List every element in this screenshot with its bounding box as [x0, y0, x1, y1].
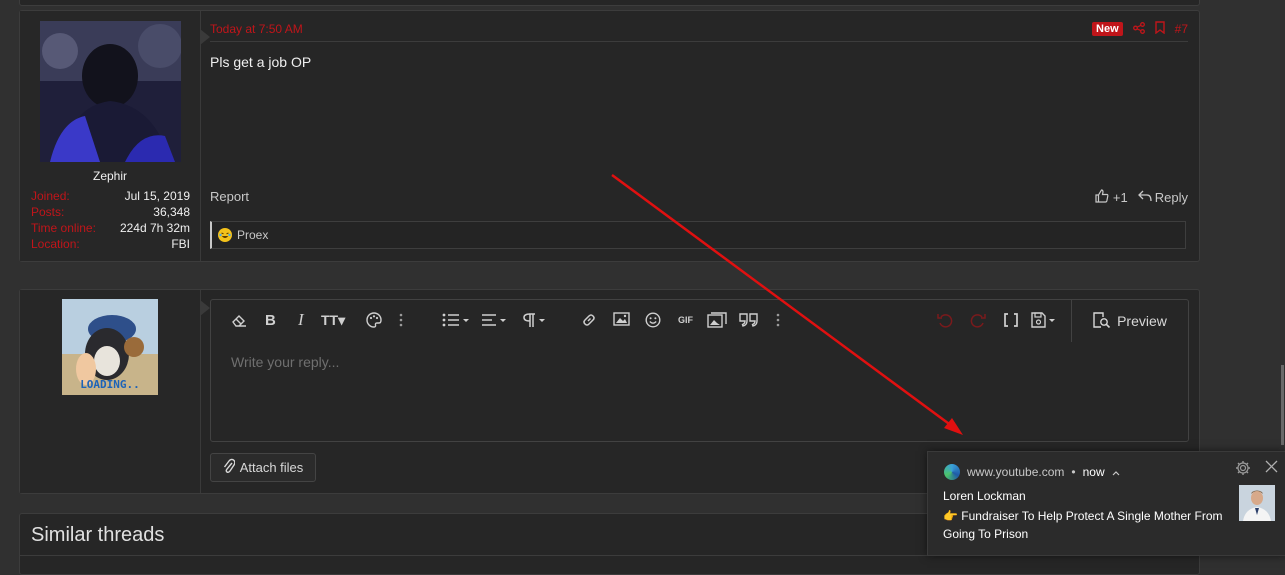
edge-browser-icon	[944, 464, 960, 480]
undo-icon[interactable]	[937, 312, 953, 328]
reply-column-notch	[200, 300, 210, 316]
avatar-caption: LOADING..	[80, 378, 140, 391]
text-size-icon[interactable]: TT▾	[321, 312, 345, 329]
close-icon[interactable]	[1265, 460, 1278, 478]
post-user-column: Zephir Joined: Jul 15, 2019 Posts: 36,348 …	[20, 11, 201, 261]
username[interactable]: Zephir	[20, 169, 200, 183]
stat-joined: Joined: Jul 15, 2019	[31, 188, 190, 204]
preview-label: Preview	[1117, 313, 1167, 329]
save-draft-icon[interactable]	[1031, 312, 1059, 328]
notification-source: www.youtube.com • now	[944, 464, 1120, 480]
reply-user-column: LOADING..	[20, 290, 201, 493]
reply-arrow-icon	[1137, 190, 1152, 205]
attach-files-button[interactable]: Attach files	[210, 453, 316, 482]
stat-key: Posts:	[31, 205, 65, 219]
notification-thumbnail	[1239, 485, 1275, 521]
stat-key: Time online:	[31, 221, 96, 235]
smiley-icon[interactable]	[645, 312, 661, 328]
chevron-up-icon[interactable]	[1112, 465, 1120, 479]
post-message: Zephir Joined: Jul 15, 2019 Posts: 36,348 …	[19, 10, 1200, 262]
new-badge: New	[1092, 22, 1123, 36]
redo-icon[interactable]	[970, 312, 986, 328]
reply-button[interactable]: Reply	[1137, 190, 1188, 205]
italic-icon[interactable]: I	[298, 310, 304, 330]
like-count: +1	[1112, 190, 1128, 205]
post-footer-actions: +1 Reply	[1095, 189, 1188, 206]
reply-input[interactable]: Write your reply...	[231, 354, 339, 370]
reactions-bar[interactable]: Proex	[210, 221, 1186, 249]
previous-post-remnant	[19, 0, 1200, 6]
reaction-user-link[interactable]: Proex	[237, 228, 268, 242]
gif-icon[interactable]: GIF	[678, 315, 693, 325]
media-icon[interactable]	[707, 312, 727, 328]
reply-label: Reply	[1154, 190, 1188, 205]
reply-editor: B I TT▾ GIF Preview Write your reply...	[210, 299, 1189, 442]
stat-location: Location: FBI	[31, 236, 190, 252]
post-number-link[interactable]: #7	[1175, 22, 1188, 36]
bookmark-icon[interactable]	[1154, 21, 1165, 37]
stat-key: Joined:	[31, 189, 70, 203]
laughing-emoji-icon	[218, 228, 232, 242]
editor-toolbar: B I TT▾ GIF Preview	[211, 300, 1188, 342]
notification-domain: www.youtube.com	[967, 465, 1065, 479]
thumbs-up-icon	[1095, 189, 1109, 206]
user-column-notch	[200, 29, 210, 45]
align-icon[interactable]	[481, 312, 509, 328]
bold-icon[interactable]: B	[265, 312, 276, 329]
stat-value: FBI	[171, 237, 190, 251]
current-user-avatar[interactable]: LOADING..	[62, 299, 158, 395]
preview-button[interactable]: Preview	[1071, 300, 1188, 342]
share-icon[interactable]	[1132, 21, 1145, 37]
post-header: Today at 7:50 AM New #7	[210, 21, 1188, 42]
paperclip-icon	[223, 458, 236, 477]
more-vertical-icon[interactable]	[399, 312, 403, 328]
user-stats: Joined: Jul 15, 2019 Posts: 36,348 Time on…	[31, 188, 190, 252]
list-icon[interactable]	[442, 312, 470, 328]
palette-icon[interactable]	[366, 312, 382, 328]
stat-posts: Posts: 36,348	[31, 204, 190, 220]
more-vertical-icon[interactable]	[776, 312, 780, 328]
attach-files-label: Attach files	[239, 460, 304, 475]
stat-value: Jul 15, 2019	[124, 189, 190, 203]
stat-key: Location:	[31, 237, 80, 251]
stat-value: 36,348	[153, 205, 190, 219]
notification-message: 👉 Fundraiser To Help Protect A Single Mo…	[943, 509, 1223, 541]
bbcode-toggle-icon[interactable]	[1003, 312, 1019, 328]
like-button[interactable]: +1	[1095, 189, 1128, 206]
page-scrollbar[interactable]	[1281, 365, 1284, 445]
bullet: •	[1071, 465, 1076, 479]
stat-time-online: Time online: 224d 7h 32m	[31, 220, 190, 236]
paragraph-icon[interactable]	[522, 312, 550, 328]
quote-icon[interactable]	[739, 312, 759, 328]
link-icon[interactable]	[581, 312, 597, 328]
eraser-icon[interactable]	[231, 312, 247, 328]
notification-sender: Loren Lockman	[943, 489, 1026, 503]
post-date[interactable]: Today at 7:50 AM	[210, 22, 303, 36]
report-link[interactable]: Report	[210, 189, 249, 204]
image-icon[interactable]	[613, 312, 630, 326]
gear-icon[interactable]	[1235, 460, 1251, 481]
notification-time: now	[1082, 465, 1105, 479]
post-body: Pls get a job OP	[210, 54, 312, 70]
similar-threads-title: Similar threads	[31, 524, 165, 546]
preview-icon	[1093, 311, 1111, 331]
post-header-actions: New #7	[1092, 21, 1188, 37]
stat-value: 224d 7h 32m	[119, 221, 190, 235]
user-avatar[interactable]	[40, 21, 181, 162]
browser-notification[interactable]: www.youtube.com • now Loren Lockman 👉 Fu…	[927, 451, 1285, 556]
